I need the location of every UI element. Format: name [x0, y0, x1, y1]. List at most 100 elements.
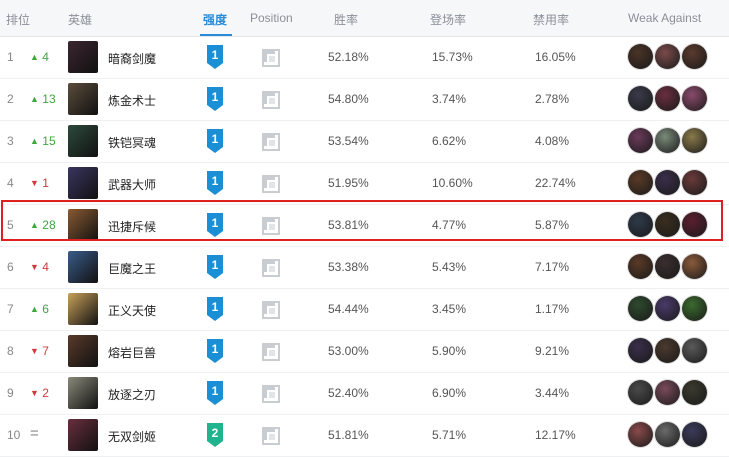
counter-champion-avatar[interactable] — [628, 254, 653, 279]
table-row[interactable]: 2 ▲ 13 炼金术士 1 54.80% 3.74% 2.78% — [0, 79, 729, 121]
hero-name[interactable]: 放逐之刃 — [108, 386, 156, 403]
ban-rate: 7.17% — [535, 260, 570, 274]
hero-portrait[interactable] — [68, 293, 98, 325]
counter-champion-avatar[interactable] — [655, 212, 680, 237]
tier-value: 1 — [211, 48, 219, 62]
counter-champion-avatar[interactable] — [655, 380, 680, 405]
hero-portrait[interactable] — [68, 419, 98, 451]
rank-change-value: 6 — [42, 302, 49, 316]
counter-champion-avatar[interactable] — [682, 296, 707, 321]
hero-portrait[interactable] — [68, 83, 98, 115]
top-lane-icon — [262, 175, 280, 193]
header-tier[interactable]: 强度 — [203, 11, 227, 28]
active-sort-indicator — [200, 34, 232, 36]
header-pick-rate[interactable]: 登场率 — [430, 11, 466, 28]
table-row[interactable]: 10 = 无双剑姬 2 51.81% 5.71% 12.17% — [0, 415, 729, 457]
hero-name[interactable]: 巨魔之王 — [108, 260, 156, 277]
header-hero[interactable]: 英雄 — [68, 11, 92, 28]
header-rank[interactable]: 排位 — [6, 11, 30, 28]
tier-value: 2 — [211, 426, 219, 440]
rank-number: 3 — [7, 134, 14, 148]
rank-change-value: = — [30, 425, 39, 442]
hero-portrait[interactable] — [68, 125, 98, 157]
table-row[interactable]: 4 ▼ 1 武器大师 1 51.95% 10.60% 22.74% — [0, 163, 729, 205]
hero-portrait[interactable] — [68, 377, 98, 409]
rank-change: ▼ 7 — [30, 344, 49, 358]
hero-name[interactable]: 铁铠冥魂 — [108, 134, 156, 151]
counter-champion-avatar[interactable] — [628, 212, 653, 237]
ban-rate: 16.05% — [535, 50, 576, 64]
rank-number: 1 — [7, 50, 14, 64]
hero-name[interactable]: 无双剑姬 — [108, 428, 156, 445]
hero-portrait[interactable] — [68, 209, 98, 241]
rank-change-value: 4 — [42, 50, 49, 64]
counter-champion-avatar[interactable] — [628, 44, 653, 69]
rank-number: 2 — [7, 92, 14, 106]
rank-number: 8 — [7, 344, 14, 358]
rank-number: 9 — [7, 386, 14, 400]
counter-champion-avatar[interactable] — [628, 86, 653, 111]
hero-portrait[interactable] — [68, 167, 98, 199]
counter-champion-avatar[interactable] — [682, 212, 707, 237]
table-row[interactable]: 1 ▲ 4 暗裔剑魔 1 52.18% 15.73% 16.05% — [0, 37, 729, 79]
counter-champion-avatar[interactable] — [655, 296, 680, 321]
counter-champion-avatar[interactable] — [655, 422, 680, 447]
down-arrow-icon: ▼ — [30, 178, 39, 188]
counter-champion-avatar[interactable] — [628, 170, 653, 195]
tier-value: 1 — [211, 342, 219, 356]
hero-portrait[interactable] — [68, 41, 98, 73]
tier-value: 1 — [211, 132, 219, 146]
counter-champion-avatar[interactable] — [682, 254, 707, 279]
counter-champion-avatar[interactable] — [655, 128, 680, 153]
counter-champion-avatar[interactable] — [655, 170, 680, 195]
header-ban-rate[interactable]: 禁用率 — [533, 11, 569, 28]
counter-champion-avatar[interactable] — [628, 338, 653, 363]
hero-portrait[interactable] — [68, 251, 98, 283]
pick-rate: 3.45% — [432, 302, 467, 316]
counter-champion-avatar[interactable] — [682, 44, 707, 69]
counter-champion-avatar[interactable] — [682, 86, 707, 111]
hero-name[interactable]: 炼金术士 — [108, 92, 156, 109]
win-rate: 53.38% — [328, 260, 369, 274]
counter-champion-avatar[interactable] — [628, 128, 653, 153]
counter-champion-avatar[interactable] — [655, 86, 680, 111]
hero-name[interactable]: 武器大师 — [108, 176, 156, 193]
counter-champion-avatar[interactable] — [682, 380, 707, 405]
hero-portrait[interactable] — [68, 335, 98, 367]
hero-name[interactable]: 暗裔剑魔 — [108, 50, 156, 67]
top-lane-icon — [262, 385, 280, 403]
table-row[interactable]: 5 ▲ 28 迅捷斥候 1 53.81% 4.77% 5.87% — [0, 205, 729, 247]
tier-badge: 1 — [206, 44, 224, 70]
table-row[interactable]: 9 ▼ 2 放逐之刃 1 52.40% 6.90% 3.44% — [0, 373, 729, 415]
hero-name[interactable]: 正义天使 — [108, 302, 156, 319]
header-position[interactable]: Position — [250, 11, 293, 25]
table-header: 排位 英雄 强度 Position 胜率 登场率 禁用率 Weak Agains… — [0, 0, 729, 37]
down-arrow-icon: ▼ — [30, 388, 39, 398]
table-row[interactable]: 3 ▲ 15 铁铠冥魂 1 53.54% 6.62% 4.08% — [0, 121, 729, 163]
tier-value: 1 — [211, 300, 219, 314]
counter-champion-avatar[interactable] — [655, 254, 680, 279]
table-row[interactable]: 6 ▼ 4 巨魔之王 1 53.38% 5.43% 7.17% — [0, 247, 729, 289]
counter-champion-avatar[interactable] — [628, 380, 653, 405]
top-lane-icon — [262, 133, 280, 151]
counter-champion-avatar[interactable] — [682, 338, 707, 363]
counter-champion-avatar[interactable] — [682, 128, 707, 153]
tier-badge: 1 — [206, 338, 224, 364]
counter-champion-avatar[interactable] — [628, 296, 653, 321]
header-weak-against[interactable]: Weak Against — [628, 11, 701, 25]
header-win-rate[interactable]: 胜率 — [334, 11, 358, 28]
hero-name[interactable]: 熔岩巨兽 — [108, 344, 156, 361]
rank-change-value: 2 — [42, 386, 49, 400]
counter-champion-avatar[interactable] — [628, 422, 653, 447]
hero-name[interactable]: 迅捷斥候 — [108, 218, 156, 235]
counter-champion-avatar[interactable] — [655, 44, 680, 69]
counter-champion-avatar[interactable] — [682, 170, 707, 195]
rank-number: 5 — [7, 218, 14, 232]
table-row[interactable]: 7 ▲ 6 正义天使 1 54.44% 3.45% 1.17% — [0, 289, 729, 331]
counter-champion-avatar[interactable] — [655, 338, 680, 363]
counter-champion-avatar[interactable] — [682, 422, 707, 447]
rank-change-value: 15 — [42, 134, 56, 148]
pick-rate: 15.73% — [432, 50, 473, 64]
top-lane-icon — [262, 427, 280, 445]
table-row[interactable]: 8 ▼ 7 熔岩巨兽 1 53.00% 5.90% 9.21% — [0, 331, 729, 373]
